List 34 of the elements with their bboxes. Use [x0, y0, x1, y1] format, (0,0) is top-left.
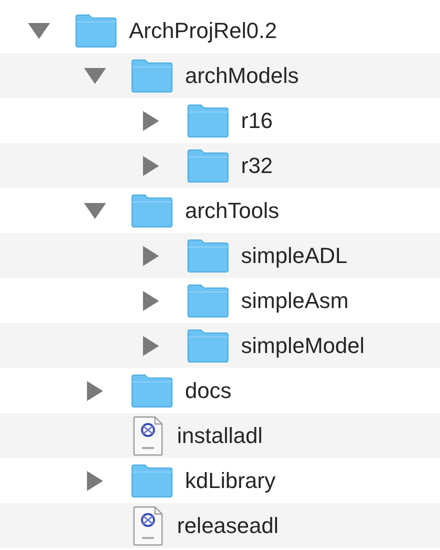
folder-name[interactable]: archModels: [185, 62, 299, 88]
folder-icon: [187, 148, 229, 182]
folder-icon: [131, 58, 173, 92]
collapsed-triangle-icon[interactable]: [143, 246, 159, 266]
document-icon: [131, 506, 165, 546]
collapsed-triangle-icon[interactable]: [143, 156, 159, 176]
folder-name[interactable]: ArchProjRel0.2: [129, 18, 277, 44]
document-icon: [131, 416, 165, 456]
expanded-triangle-icon[interactable]: [84, 202, 106, 218]
folder-icon: [131, 374, 173, 408]
file-name[interactable]: installadl: [177, 422, 263, 448]
collapsed-triangle-icon[interactable]: [143, 290, 159, 310]
folder-name[interactable]: r16: [241, 108, 273, 134]
folder-name[interactable]: simpleModel: [241, 332, 364, 358]
folder-name[interactable]: archTools: [185, 198, 280, 224]
collapsed-triangle-icon[interactable]: [87, 470, 103, 490]
folder-icon: [131, 464, 173, 498]
folder-name[interactable]: docs: [185, 378, 232, 404]
folder-name[interactable]: kdLibrary: [185, 468, 276, 494]
folder-name[interactable]: r32: [241, 152, 273, 178]
folder-icon: [187, 328, 229, 362]
collapsed-triangle-icon[interactable]: [143, 110, 159, 130]
collapsed-triangle-icon[interactable]: [143, 336, 159, 356]
expanded-triangle-icon[interactable]: [28, 22, 50, 38]
folder-icon: [75, 14, 117, 48]
folder-name[interactable]: simpleAsm: [241, 288, 349, 314]
folder-icon: [187, 284, 229, 318]
file-name[interactable]: releaseadl: [177, 512, 279, 538]
expanded-triangle-icon[interactable]: [84, 68, 106, 84]
collapsed-triangle-icon[interactable]: [87, 380, 103, 400]
folder-icon: [187, 238, 229, 272]
folder-icon: [131, 194, 173, 228]
folder-name[interactable]: simpleADL: [241, 242, 348, 268]
folder-icon: [187, 104, 229, 138]
